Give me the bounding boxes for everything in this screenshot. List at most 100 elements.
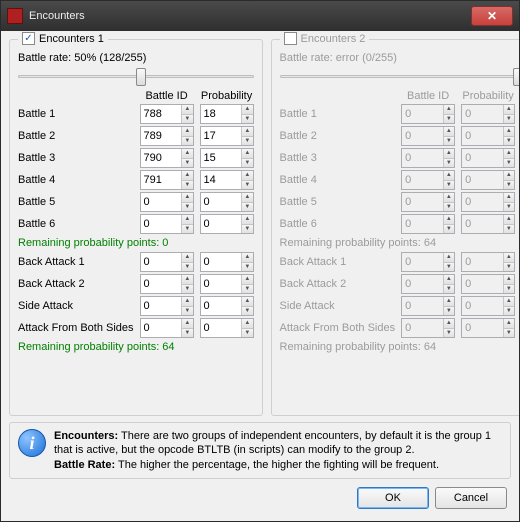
battle-rate-slider[interactable] [18, 66, 254, 86]
spin-up-icon[interactable]: ▲ [504, 105, 515, 114]
spin-up-icon[interactable]: ▲ [242, 171, 253, 180]
probability-spinner-input[interactable] [462, 215, 503, 233]
spin-up-icon[interactable]: ▲ [504, 215, 515, 224]
spin-up-icon[interactable]: ▲ [444, 105, 455, 114]
spin-down-icon[interactable]: ▼ [182, 180, 193, 190]
spin-up-icon[interactable]: ▲ [444, 297, 455, 306]
spin-down-icon[interactable]: ▼ [242, 284, 253, 294]
probability-spinner[interactable]: ▲▼ [200, 170, 254, 190]
probability-spinner[interactable]: ▲▼ [461, 104, 515, 124]
probability-spinner[interactable]: ▲▼ [461, 148, 515, 168]
battle-id-spinner-input[interactable] [141, 275, 182, 293]
battle-id-spinner[interactable]: ▲▼ [140, 192, 194, 212]
spin-up-icon[interactable]: ▲ [182, 171, 193, 180]
spin-down-icon[interactable]: ▼ [444, 224, 455, 234]
battle-id-spinner[interactable]: ▲▼ [401, 170, 455, 190]
cancel-button[interactable]: Cancel [435, 487, 507, 509]
spin-down-icon[interactable]: ▼ [242, 328, 253, 338]
battle-id-spinner-input[interactable] [141, 105, 182, 123]
spin-down-icon[interactable]: ▼ [444, 180, 455, 190]
probability-spinner[interactable]: ▲▼ [461, 126, 515, 146]
spin-up-icon[interactable]: ▲ [242, 193, 253, 202]
probability-spinner-input[interactable] [462, 127, 503, 145]
probability-spinner-input[interactable] [201, 171, 242, 189]
battle-id-spinner-input[interactable] [141, 319, 182, 337]
spin-down-icon[interactable]: ▼ [242, 180, 253, 190]
spin-down-icon[interactable]: ▼ [242, 202, 253, 212]
battle-id-spinner[interactable]: ▲▼ [401, 104, 455, 124]
spin-up-icon[interactable]: ▲ [444, 275, 455, 284]
battle-id-spinner-input[interactable] [402, 297, 443, 315]
battle-id-spinner[interactable]: ▲▼ [140, 252, 194, 272]
spin-down-icon[interactable]: ▼ [504, 114, 515, 124]
battle-id-spinner-input[interactable] [402, 171, 443, 189]
spin-up-icon[interactable]: ▲ [504, 275, 515, 284]
probability-spinner-input[interactable] [462, 297, 503, 315]
spin-up-icon[interactable]: ▲ [242, 215, 253, 224]
probability-spinner[interactable]: ▲▼ [200, 318, 254, 338]
spin-down-icon[interactable]: ▼ [444, 262, 455, 272]
probability-spinner-input[interactable] [462, 149, 503, 167]
battle-id-spinner-input[interactable] [402, 215, 443, 233]
battle-rate-slider[interactable] [280, 66, 516, 86]
spin-up-icon[interactable]: ▲ [242, 297, 253, 306]
spin-up-icon[interactable]: ▲ [504, 171, 515, 180]
close-button[interactable]: ✕ [471, 6, 513, 26]
spin-down-icon[interactable]: ▼ [504, 328, 515, 338]
probability-spinner[interactable]: ▲▼ [461, 252, 515, 272]
spin-up-icon[interactable]: ▲ [444, 171, 455, 180]
encounters-2-checkbox[interactable] [284, 32, 297, 45]
probability-spinner[interactable]: ▲▼ [200, 148, 254, 168]
battle-id-spinner[interactable]: ▲▼ [140, 214, 194, 234]
spin-up-icon[interactable]: ▲ [182, 127, 193, 136]
spin-up-icon[interactable]: ▲ [444, 319, 455, 328]
battle-id-spinner-input[interactable] [402, 253, 443, 271]
spin-up-icon[interactable]: ▲ [182, 297, 193, 306]
battle-id-spinner[interactable]: ▲▼ [140, 104, 194, 124]
spin-up-icon[interactable]: ▲ [242, 105, 253, 114]
spin-down-icon[interactable]: ▼ [182, 114, 193, 124]
probability-spinner-input[interactable] [201, 127, 242, 145]
battle-id-spinner[interactable]: ▲▼ [401, 192, 455, 212]
spin-up-icon[interactable]: ▲ [444, 253, 455, 262]
spin-down-icon[interactable]: ▼ [444, 284, 455, 294]
probability-spinner[interactable]: ▲▼ [200, 126, 254, 146]
spin-up-icon[interactable]: ▲ [444, 193, 455, 202]
spin-up-icon[interactable]: ▲ [504, 253, 515, 262]
spin-down-icon[interactable]: ▼ [444, 306, 455, 316]
spin-down-icon[interactable]: ▼ [182, 224, 193, 234]
spin-up-icon[interactable]: ▲ [242, 319, 253, 328]
spin-down-icon[interactable]: ▼ [182, 136, 193, 146]
probability-spinner[interactable]: ▲▼ [461, 274, 515, 294]
spin-up-icon[interactable]: ▲ [504, 149, 515, 158]
probability-spinner-input[interactable] [462, 105, 503, 123]
battle-id-spinner-input[interactable] [141, 149, 182, 167]
spin-down-icon[interactable]: ▼ [444, 136, 455, 146]
spin-down-icon[interactable]: ▼ [504, 158, 515, 168]
spin-down-icon[interactable]: ▼ [504, 262, 515, 272]
spin-up-icon[interactable]: ▲ [182, 193, 193, 202]
slider-thumb[interactable] [513, 68, 519, 86]
spin-up-icon[interactable]: ▲ [504, 193, 515, 202]
spin-up-icon[interactable]: ▲ [444, 149, 455, 158]
spin-down-icon[interactable]: ▼ [444, 328, 455, 338]
spin-up-icon[interactable]: ▲ [182, 215, 193, 224]
battle-id-spinner[interactable]: ▲▼ [401, 126, 455, 146]
spin-up-icon[interactable]: ▲ [504, 127, 515, 136]
spin-up-icon[interactable]: ▲ [242, 127, 253, 136]
spin-up-icon[interactable]: ▲ [242, 253, 253, 262]
spin-up-icon[interactable]: ▲ [504, 319, 515, 328]
spin-down-icon[interactable]: ▼ [504, 284, 515, 294]
battle-id-spinner[interactable]: ▲▼ [140, 148, 194, 168]
spin-down-icon[interactable]: ▼ [182, 284, 193, 294]
battle-id-spinner[interactable]: ▲▼ [401, 252, 455, 272]
probability-spinner-input[interactable] [462, 275, 503, 293]
spin-down-icon[interactable]: ▼ [504, 136, 515, 146]
battle-id-spinner[interactable]: ▲▼ [140, 318, 194, 338]
battle-id-spinner[interactable]: ▲▼ [140, 126, 194, 146]
slider-thumb[interactable] [136, 68, 146, 86]
probability-spinner-input[interactable] [201, 297, 242, 315]
probability-spinner[interactable]: ▲▼ [200, 274, 254, 294]
spin-up-icon[interactable]: ▲ [242, 275, 253, 284]
battle-id-spinner-input[interactable] [402, 105, 443, 123]
